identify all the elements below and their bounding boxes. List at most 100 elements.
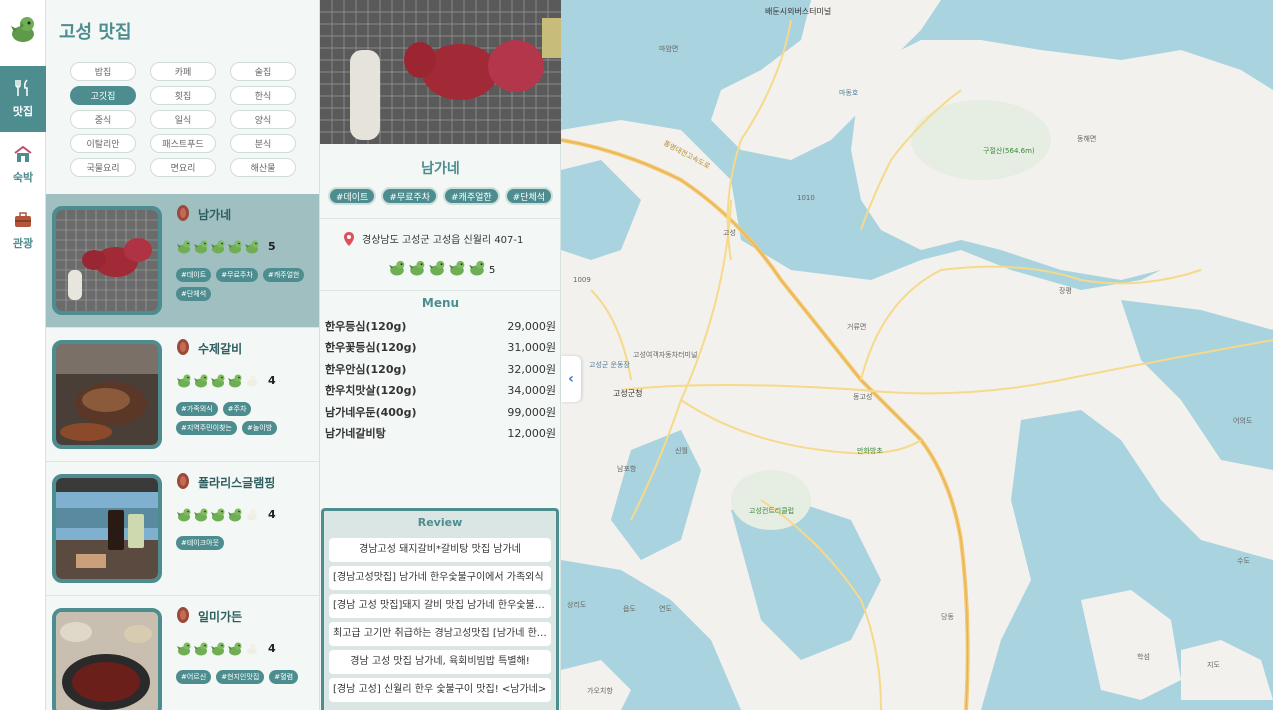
map-label: 신월 xyxy=(675,447,688,455)
detail-name: 남가네 xyxy=(421,161,460,177)
nav-item-lodging[interactable]: 숙박 xyxy=(0,132,46,198)
side-nav: 맛집 숙박 관광 xyxy=(0,0,46,710)
category-chip[interactable]: 양식 xyxy=(230,110,296,129)
chevron-left-icon: ‹ xyxy=(568,371,574,387)
menu-row: 남가네갈비탕 12,000원 xyxy=(325,425,556,446)
review-link[interactable]: [경남 고성 맛집]돼지 갈비 맛집 남가네 한우숯불구이 xyxy=(329,594,551,618)
tag: #무료주차 xyxy=(216,268,258,282)
review-link[interactable]: 경남 고성 맛집 남가네, 육회비빔밥 특별해! xyxy=(329,650,551,674)
list-title: 고성 맛집 xyxy=(59,22,132,43)
menu-row: 한우안심(120g) 32,000원 xyxy=(325,361,556,382)
map-label: 학섬 xyxy=(1137,653,1150,661)
category-filter: 밥집 카페 술집 고깃집 횟집 한식 중식 일식 양식 이탈리안 패스트푸드 분… xyxy=(70,62,304,177)
map-label: 고성컨트리클럽 xyxy=(749,507,795,515)
house-icon xyxy=(14,145,32,162)
category-chip[interactable]: 횟집 xyxy=(150,86,216,105)
review-link[interactable]: [경남 고성] 신월리 한우 숯불구이 맛집! <남가네> xyxy=(329,678,551,702)
category-chip[interactable]: 술집 xyxy=(230,62,296,81)
rating-value: 5 xyxy=(268,239,276,253)
tag: #혈렴 xyxy=(269,670,299,684)
rating-star-filled-icon xyxy=(211,240,225,254)
category-chip[interactable]: 국물요리 xyxy=(70,158,136,177)
menu-item-price: 34,000원 xyxy=(507,384,556,398)
map-label: 장평 xyxy=(1059,287,1072,295)
category-chip[interactable]: 중식 xyxy=(70,110,136,129)
restaurant-name[interactable]: 수제갈비 xyxy=(198,340,242,357)
restaurant-photo xyxy=(52,474,162,583)
rating-star-filled-icon xyxy=(194,374,208,388)
rating-star-filled-icon xyxy=(177,374,191,388)
tag-list: #가족외식 #주차 #지역주민이찾는 #놀이방 xyxy=(176,402,316,435)
restaurant-card[interactable]: 일미가든 4 #어르신 #현지인맛집 #혈렴 xyxy=(46,596,319,710)
rating-star-filled-icon xyxy=(409,260,425,276)
nav-item-tour[interactable]: 관광 xyxy=(0,198,46,264)
detail-hero-photo xyxy=(320,0,561,144)
restaurant-card[interactable]: 수제갈비 4 #가족외식 #주차 #지역주민이찾는 #놀이방 xyxy=(46,328,319,462)
map-label: 고성군 운동장 xyxy=(589,361,630,369)
tag: #단체석 xyxy=(504,187,554,205)
map-view[interactable]: 배둔시외버스터미널 마암면 마동호 구절산(564.6m) 동해면 통영대전고속… xyxy=(561,0,1273,710)
restaurant-detail-panel: 남가네 #데이트 #무료주차 #캐주얼한 #단체석 경상남도 고성군 고성읍 신… xyxy=(320,0,561,710)
category-chip[interactable]: 면요리 xyxy=(150,158,216,177)
map-label: 거류면 xyxy=(847,323,867,331)
rating-stars: 4 xyxy=(176,372,276,388)
rating-star-filled-icon xyxy=(211,642,225,656)
restaurant-name[interactable]: 남가네 xyxy=(198,206,231,223)
review-link[interactable]: [경남고성맛집] 남가네 한우숯불구이에서 가족외식 xyxy=(329,566,551,590)
tag: #가족외식 xyxy=(176,402,218,416)
rating-star-empty-icon xyxy=(247,375,257,387)
category-chip-active[interactable]: 고깃집 xyxy=(70,86,136,105)
meat-icon xyxy=(177,205,189,221)
rating-star-empty-icon xyxy=(247,643,257,655)
map-label: 읍도 xyxy=(623,605,636,613)
category-chip[interactable]: 분식 xyxy=(230,134,296,153)
menu-row: 한우치맛살(120g) 34,000원 xyxy=(325,382,556,403)
menu-item-name: 남가네갈비탕 xyxy=(325,426,386,440)
category-chip[interactable]: 한식 xyxy=(230,86,296,105)
rating-star-filled-icon xyxy=(245,240,259,254)
restaurant-card[interactable]: 폴라리스글램핑 4 #테이크아웃 xyxy=(46,462,319,596)
menu-item-name: 남가네우둔(400g) xyxy=(325,405,417,419)
category-chip[interactable]: 패스트푸드 xyxy=(150,134,216,153)
menu-item-price: 99,000원 xyxy=(507,405,556,419)
divider xyxy=(320,218,561,219)
category-chip[interactable]: 카페 xyxy=(150,62,216,81)
restaurant-photo xyxy=(52,608,162,710)
menu-item-name: 한우꽃등심(120g) xyxy=(325,341,417,355)
rating-star-filled-icon xyxy=(194,642,208,656)
tag: #데이트 xyxy=(327,187,377,205)
category-chip[interactable]: 일식 xyxy=(150,110,216,129)
map-label: 고성여객자동차터미널 xyxy=(633,351,698,359)
nav-item-label: 숙박 xyxy=(12,171,34,184)
dinosaur-logo-icon[interactable] xyxy=(8,14,38,44)
menu-item-price: 12,000원 xyxy=(507,426,556,440)
menu-item-price: 31,000원 xyxy=(507,341,556,355)
menu-item-price: 32,000원 xyxy=(507,362,556,376)
nav-item-label: 관광 xyxy=(12,237,34,250)
map-label: 남포항 xyxy=(617,465,637,473)
nav-item-restaurant[interactable]: 맛집 xyxy=(0,66,46,132)
rating-value: 4 xyxy=(268,507,276,521)
rating-star-filled-icon xyxy=(429,260,445,276)
map-label: 1009 xyxy=(573,276,591,284)
restaurant-name[interactable]: 폴라리스글램핑 xyxy=(198,474,275,491)
rating-stars: 4 xyxy=(176,640,276,656)
tag: #현지인맛집 xyxy=(216,670,265,684)
category-chip[interactable]: 해산물 xyxy=(230,158,296,177)
restaurant-name[interactable]: 일미가든 xyxy=(198,608,242,625)
restaurant-card[interactable]: 남가네 5 #데이트 #무료주차 #캐주얼한 #단체석 xyxy=(46,194,319,328)
collapse-panel-button[interactable]: ‹ xyxy=(561,356,581,402)
map-label: 가오치항 xyxy=(587,687,613,695)
map-label: 지도 xyxy=(1207,661,1220,669)
review-link[interactable]: 경남고성 돼지갈비*갈비탕 맛집 남가네 xyxy=(329,538,551,562)
category-chip[interactable]: 이탈리안 xyxy=(70,134,136,153)
tag: #놀이방 xyxy=(241,421,278,435)
review-link[interactable]: 최고급 고기만 취급하는 경남고성맛집 [남가네 한우] xyxy=(329,622,551,646)
tag: #캐주얼한 xyxy=(443,187,500,205)
map-label: 마암면 xyxy=(659,45,679,53)
app: 맛집 숙박 관광 고성 맛집 밥집 카페 술집 고깃집 횟집 한식 중식 일식 … xyxy=(0,0,1273,710)
category-chip[interactable]: 밥집 xyxy=(70,62,136,81)
map-label: 동해면 xyxy=(1077,135,1097,143)
meat-icon xyxy=(177,339,189,355)
tag: #어르신 xyxy=(176,670,212,684)
